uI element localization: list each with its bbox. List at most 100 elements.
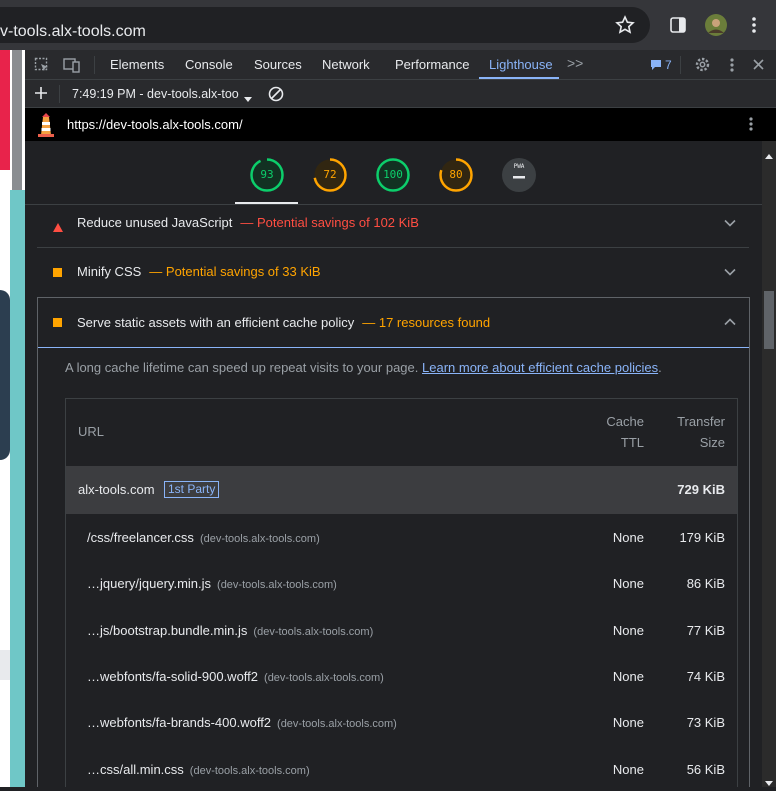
table-row: …jquery/jquery.min.js (dev-tools.alx-tool…	[66, 560, 737, 606]
resource-transfer-size: 179 KiB	[679, 530, 725, 545]
resource-transfer-size: 77 KiB	[686, 623, 725, 638]
dropdown-arrow-icon[interactable]	[244, 90, 252, 108]
resource-cache-ttl: None	[612, 576, 644, 591]
score-gauge[interactable]: 72	[312, 157, 348, 193]
resource-url[interactable]: …webfonts/fa-solid-900.woff2 (dev-tools.a…	[87, 669, 384, 684]
audit-description: A long cache lifetime can speed up repea…	[65, 360, 662, 375]
resource-host: (dev-tools.alx-tools.com)	[253, 626, 374, 638]
toolbar-divider	[680, 56, 681, 74]
devtools-tab-bar: Elements Console Sources Network Perform…	[25, 50, 776, 80]
gauge-value: 93	[260, 168, 274, 181]
address-bar-url[interactable]: v-tools.alx-tools.com	[0, 23, 146, 41]
table-header: URL Cache TTL Transfer Size	[66, 399, 737, 467]
tab-network[interactable]: Network	[322, 57, 370, 72]
more-tabs-icon[interactable]: >>	[567, 55, 583, 71]
issues-count[interactable]: 7	[665, 58, 672, 72]
report-menu-icon[interactable]	[748, 116, 754, 137]
page-preview-strip	[0, 50, 25, 787]
group-size: 729 KiB	[677, 482, 725, 497]
audit-title: Serve static assets with an efficient ca…	[77, 315, 491, 330]
tab-lighthouse[interactable]: Lighthouse	[489, 57, 553, 72]
audit-cache-policy-header[interactable]: Serve static assets with an efficient ca…	[38, 298, 749, 348]
resource-url[interactable]: …webfonts/fa-brands-400.woff2 (dev-tools.…	[87, 715, 397, 730]
lighthouse-report: 93 72 100 80 PWA Reduce unused JavaScrip…	[25, 141, 762, 787]
bookmark-star-icon[interactable]	[613, 13, 637, 37]
new-report-plus-icon[interactable]	[34, 86, 48, 105]
browser-menu-icon[interactable]	[742, 13, 766, 37]
gauge-value: 100	[383, 168, 403, 181]
table-group-row: alx-tools.com 1st Party 729 KiB	[66, 466, 737, 514]
cache-resources-table: URL Cache TTL Transfer Size alx-tools.co…	[65, 398, 738, 787]
active-tab-indicator	[479, 77, 559, 79]
tab-elements[interactable]: Elements	[110, 57, 164, 72]
average-square-icon	[53, 268, 62, 277]
resource-url[interactable]: …css/all.min.css (dev-tools.alx-tools.com…	[87, 762, 310, 777]
tab-performance[interactable]: Performance	[395, 57, 469, 72]
col-header-url[interactable]: URL	[78, 424, 104, 439]
tab-sources[interactable]: Sources	[254, 57, 302, 72]
resource-host: (dev-tools.alx-tools.com)	[277, 718, 397, 730]
resource-transfer-size: 74 KiB	[686, 669, 725, 684]
issues-icon[interactable]	[650, 58, 662, 76]
audit-title: Minify CSS — Potential savings of 33 KiB	[77, 264, 321, 279]
pwa-label: PWA	[513, 163, 525, 170]
table-row: /css/freelancer.css (dev-tools.alx-tools.…	[66, 514, 737, 560]
audit-detail: — 17 resources found	[362, 315, 491, 330]
chevron-up-icon[interactable]	[723, 315, 737, 329]
lighthouse-toolbar: 7:49:19 PM - dev-tools.alx-too	[25, 80, 776, 108]
browser-toolbar: v-tools.alx-tools.com	[0, 0, 776, 50]
resource-transfer-size: 56 KiB	[686, 762, 725, 777]
resource-host: (dev-tools.alx-tools.com)	[189, 765, 310, 777]
learn-more-link[interactable]: Learn more about efficient cache policie…	[422, 360, 658, 375]
clear-reports-icon[interactable]	[267, 85, 285, 108]
col-header-ttl-line2[interactable]: TTL	[621, 435, 644, 450]
scroll-up-arrow-icon[interactable]	[765, 146, 773, 164]
audit-title: Reduce unused JavaScript — Potential savi…	[77, 215, 419, 230]
first-party-badge: 1st Party	[164, 481, 220, 498]
devtools-menu-icon[interactable]	[729, 57, 735, 78]
toolbar-divider	[94, 56, 95, 74]
group-host: alx-tools.com	[78, 482, 155, 497]
score-gauge[interactable]: 93	[249, 157, 285, 193]
gauge-value: 80	[449, 168, 463, 181]
page-dark-shape	[0, 290, 10, 460]
resource-transfer-size: 86 KiB	[686, 576, 725, 591]
address-bar[interactable]: v-tools.alx-tools.com	[0, 7, 650, 43]
resource-url[interactable]: /css/freelancer.css (dev-tools.alx-tools.…	[87, 530, 320, 545]
page-red-block	[0, 50, 10, 170]
report-selector[interactable]: 7:49:19 PM - dev-tools.alx-too	[72, 87, 239, 101]
table-row: …css/all.min.css (dev-tools.alx-tools.com…	[66, 746, 737, 787]
report-scrollbar[interactable]	[762, 141, 776, 787]
audit-minify-css[interactable]: Minify CSS — Potential savings of 33 KiB	[37, 248, 749, 298]
pwa-badge[interactable]: PWA	[501, 157, 537, 193]
fail-triangle-icon	[53, 219, 63, 232]
score-gauge[interactable]: 100	[375, 157, 411, 193]
resource-cache-ttl: None	[612, 530, 644, 545]
resource-cache-ttl: None	[612, 623, 644, 638]
inspect-element-icon[interactable]	[34, 57, 50, 78]
score-gauge[interactable]: 80	[438, 157, 474, 193]
audit-detail: — Potential savings of 102 KiB	[240, 215, 419, 230]
device-toolbar-icon[interactable]	[63, 57, 81, 78]
audit-reduce-unused-js[interactable]: Reduce unused JavaScript — Potential savi…	[37, 199, 749, 248]
page-teal-panel	[10, 190, 25, 787]
side-panel-icon[interactable]	[666, 13, 690, 37]
chevron-down-icon[interactable]	[723, 265, 737, 279]
report-url[interactable]: https://dev-tools.alx-tools.com/	[67, 117, 243, 132]
settings-gear-icon[interactable]	[694, 56, 711, 78]
resource-url[interactable]: …js/bootstrap.bundle.min.js (dev-tools.al…	[87, 623, 373, 638]
scroll-thumb[interactable]	[764, 291, 774, 349]
resource-url[interactable]: …jquery/jquery.min.js (dev-tools.alx-tool…	[87, 576, 337, 591]
col-header-size-line1[interactable]: Transfer	[677, 414, 725, 429]
resource-transfer-size: 73 KiB	[686, 715, 725, 730]
chevron-down-icon[interactable]	[723, 216, 737, 230]
table-row: …webfonts/fa-solid-900.woff2 (dev-tools.a…	[66, 653, 737, 699]
close-devtools-icon[interactable]	[752, 58, 765, 76]
lighthouse-logo-icon	[36, 113, 56, 142]
report-url-bar: https://dev-tools.alx-tools.com/	[25, 108, 776, 141]
col-header-size-line2[interactable]: Size	[700, 435, 725, 450]
tab-console[interactable]: Console	[185, 57, 233, 72]
profile-avatar[interactable]	[704, 13, 728, 37]
scroll-down-arrow-icon[interactable]	[765, 773, 773, 791]
col-header-ttl-line1[interactable]: Cache	[606, 414, 644, 429]
